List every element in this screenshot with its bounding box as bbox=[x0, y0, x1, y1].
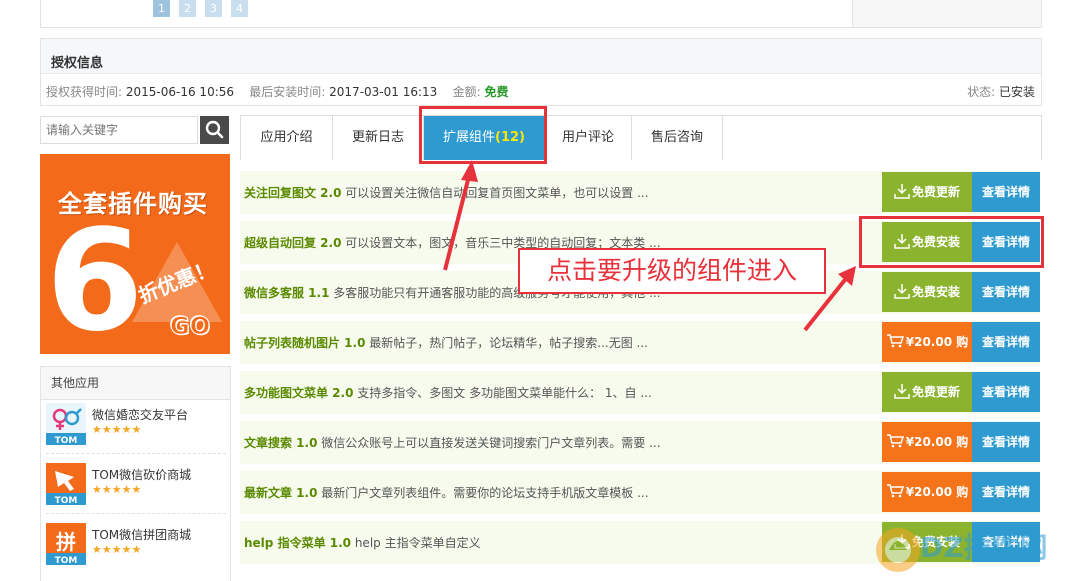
watermark: DZ插件网 bbox=[868, 518, 1067, 580]
watermark-logo-icon bbox=[876, 528, 920, 572]
annotation-arrow-icon bbox=[803, 266, 856, 332]
watermark-text: DZ插件网 bbox=[920, 531, 1048, 564]
annotation-arrows bbox=[443, 160, 856, 332]
annotation-arrow-icon bbox=[443, 160, 478, 271]
